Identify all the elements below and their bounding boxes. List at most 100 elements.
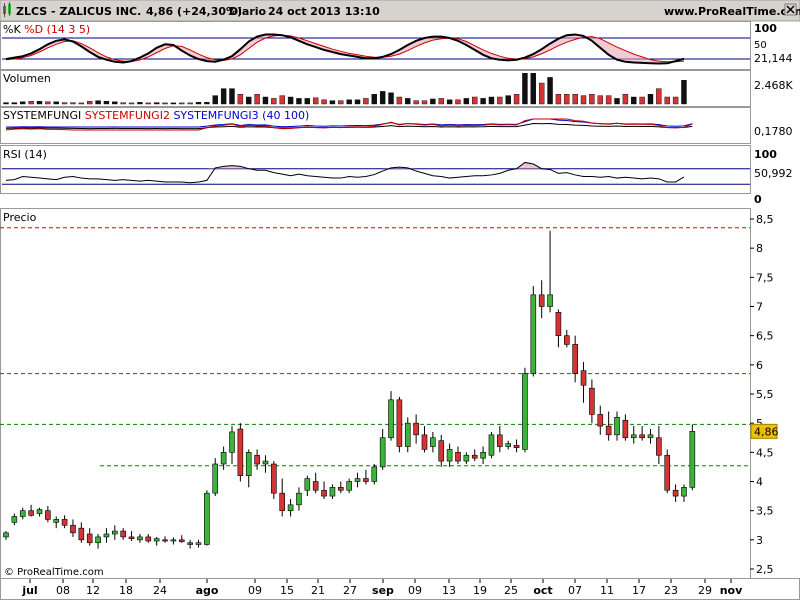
volume-bar — [463, 98, 470, 105]
candle-body — [538, 294, 545, 307]
x-tick-label: 11 — [600, 584, 614, 597]
volume-bar — [455, 99, 461, 105]
x-tick-label: jul — [21, 584, 37, 597]
x-tick-label: 09 — [408, 584, 422, 597]
x-tick-label: 29 — [698, 584, 712, 597]
candle-body — [329, 487, 336, 497]
volume-bar — [103, 100, 110, 105]
volume-bar — [472, 96, 478, 105]
price-tick-label: 2,5 — [756, 563, 774, 576]
candle-body — [664, 454, 671, 491]
candle-body — [28, 510, 34, 516]
price-tick-label: 8 — [756, 242, 763, 255]
candle-body — [262, 460, 269, 465]
systemfungi-title: SYSTEMFUNGI SYSTEMFUNGI2 SYSTEMFUNGI3 (4… — [3, 109, 309, 122]
volume-bar — [405, 98, 411, 105]
volume-bar — [580, 95, 587, 105]
candle-body — [513, 445, 520, 448]
volume-bar — [70, 102, 76, 105]
candle-body — [522, 373, 528, 450]
close-icon[interactable] — [784, 3, 797, 16]
candle-body — [605, 425, 612, 436]
x-tick-label: 09 — [248, 584, 262, 597]
candle-body — [287, 504, 294, 511]
volume-bar — [229, 88, 235, 105]
volume-bar — [388, 92, 394, 105]
price-tick-label: 4 — [756, 476, 763, 489]
x-tick-label: 19 — [473, 584, 487, 597]
volume-bar — [614, 98, 620, 105]
volume-bar — [338, 100, 344, 105]
candle-body — [446, 449, 453, 462]
volume-bar — [279, 95, 285, 105]
candle-body — [304, 478, 311, 491]
candle-body — [321, 489, 327, 497]
volume-bar — [371, 93, 377, 105]
candle-body — [672, 489, 679, 497]
volume-bar — [179, 102, 185, 105]
x-tick-label: ago — [196, 584, 219, 597]
candle-body — [379, 437, 386, 468]
candle-body — [78, 527, 85, 541]
volume-bar — [220, 88, 227, 105]
candle-body — [220, 452, 227, 465]
chart-canvas[interactable]: ZLCS - ZALICUS INC. 4,86 (+24,30%) Diari… — [0, 0, 800, 600]
volume-bar — [195, 102, 202, 105]
candle-body — [430, 437, 436, 447]
volume-bar — [555, 93, 562, 105]
volume-bar — [212, 95, 218, 105]
volume-bar — [20, 101, 26, 105]
candle-body — [580, 370, 587, 386]
volume-bar — [430, 98, 436, 105]
volume-bar — [204, 102, 210, 105]
price-tick-label: 6 — [756, 359, 763, 372]
x-tick-label: 25 — [504, 584, 518, 597]
volume-bar — [162, 102, 168, 105]
volume-bar — [329, 100, 336, 105]
volume-bar — [480, 98, 486, 105]
candle-body — [404, 422, 411, 447]
price-tick-label: 7,5 — [756, 271, 774, 284]
symbol-label: ZLCS - ZALICUS INC. — [16, 5, 141, 18]
price-tick-label: 8,5 — [756, 213, 774, 226]
volume-bar — [170, 102, 177, 105]
volume-bar — [379, 91, 386, 105]
period-label: Diario — [229, 5, 267, 18]
volume-label-last: 2.468K — [754, 79, 793, 92]
candle-body — [296, 492, 302, 506]
volume-bar — [112, 101, 118, 105]
volume-bar — [354, 99, 361, 105]
volume-bar — [605, 95, 612, 105]
price-tag: 4,86 — [750, 423, 779, 439]
candle-body — [271, 463, 277, 494]
volume-bar — [321, 99, 327, 105]
header-bar: ZLCS - ZALICUS INC. 4,86 (+24,30%) Diari… — [0, 0, 800, 22]
volume-bar — [28, 100, 34, 105]
candle-body — [237, 428, 244, 476]
candle-body — [254, 454, 260, 465]
candle-body — [137, 536, 143, 541]
candle-body — [413, 422, 419, 436]
candle-body — [95, 536, 101, 544]
site-label[interactable]: www.ProRealTime.com — [664, 5, 800, 18]
candle-body — [421, 434, 428, 450]
rsi-label-100: 100 — [754, 148, 777, 161]
candle-body — [195, 542, 202, 545]
volume-bar — [505, 95, 511, 105]
candle-body — [480, 452, 486, 459]
candle-body — [656, 437, 662, 456]
x-tick-label: 27 — [343, 584, 357, 597]
candle-body — [45, 510, 51, 520]
volume-bar — [421, 100, 428, 105]
volume-bar — [446, 99, 453, 105]
volume-bar — [488, 96, 495, 105]
volume-bar — [672, 96, 679, 105]
x-tick-label: 24 — [153, 584, 167, 597]
price-tick-label: 4,5 — [756, 446, 774, 459]
volume-bar — [262, 96, 269, 105]
candle-body — [212, 463, 219, 494]
price-tick-label: 5,5 — [756, 388, 774, 401]
x-tick-label: 17 — [632, 584, 646, 597]
volume-bar — [497, 96, 503, 105]
candle-body — [622, 419, 629, 439]
